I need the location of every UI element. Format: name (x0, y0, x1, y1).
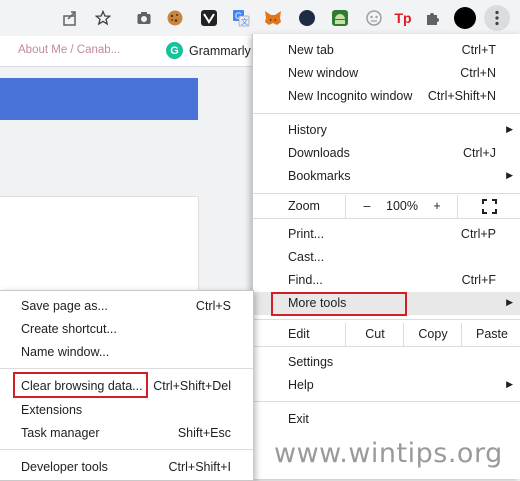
menu-item-shortcut: Ctrl+P (460, 227, 496, 241)
submenu-create-shortcut[interactable]: Create shortcut... (0, 318, 253, 340)
menu-history[interactable]: History ▶ (253, 119, 520, 142)
fullscreen-icon (482, 199, 497, 214)
kebab-menu-icon[interactable] (484, 5, 510, 31)
submenu-arrow-icon: ▶ (506, 379, 513, 389)
menu-item-label: New Incognito window (288, 89, 413, 103)
submenu-task-manager[interactable]: Task manager Shift+Esc (0, 422, 253, 444)
menu-divider (253, 346, 520, 347)
menu-item-shortcut: Ctrl+F (461, 273, 496, 287)
menu-item-label: History (288, 123, 327, 137)
submenu-extensions[interactable]: Extensions (0, 399, 253, 421)
submenu-save-page[interactable]: Save page as... Ctrl+S (0, 295, 253, 317)
menu-item-shortcut: Ctrl+T (461, 43, 496, 57)
chrome-main-menu: New tab Ctrl+T New window Ctrl+N New Inc… (252, 34, 520, 479)
menu-item-label: New window (288, 66, 359, 80)
menu-cast[interactable]: Cast... (253, 246, 520, 269)
zoom-out-button[interactable]: – (360, 199, 374, 213)
menu-item-label: Help (288, 378, 314, 392)
submenu-item-label: Save page as... (21, 299, 108, 313)
submenu-developer-tools[interactable]: Developer tools Ctrl+Shift+I (0, 456, 253, 478)
menu-divider (253, 193, 520, 194)
submenu-item-label: Developer tools (21, 460, 108, 474)
menu-item-label: Find... (288, 273, 323, 287)
zoom-label: Zoom (288, 199, 320, 213)
cookie-extension-icon[interactable] (165, 8, 185, 28)
grammarly-icon: G (166, 42, 183, 59)
zoom-level: 100% (386, 199, 418, 213)
submenu-arrow-icon: ▶ (506, 297, 513, 307)
menu-bookmarks[interactable]: Bookmarks ▶ (253, 165, 520, 188)
watermark: www.wintips.org (274, 438, 503, 469)
menu-item-label: Bookmarks (288, 169, 351, 183)
menu-item-shortcut: Ctrl+Shift+N (427, 89, 496, 103)
tp-extension-icon[interactable]: Tp (393, 8, 413, 28)
translate-extension-icon[interactable]: G文 (231, 8, 251, 28)
robot-extension-icon[interactable] (364, 8, 384, 28)
android-extension-icon[interactable] (330, 8, 350, 28)
menu-help[interactable]: Help ▶ (253, 374, 520, 397)
menu-item-label: Downloads (288, 146, 350, 160)
svg-text:文: 文 (241, 17, 248, 26)
menu-divider (0, 368, 253, 369)
submenu-item-label: Create shortcut... (21, 322, 117, 336)
metamask-icon[interactable] (263, 8, 283, 28)
browser-toolbar: G文 Tp (0, 0, 520, 36)
cut-label: Cut (365, 327, 385, 341)
menu-find[interactable]: Find... Ctrl+F (253, 269, 520, 292)
bookmark-grammarly[interactable]: Grammarly (189, 44, 251, 58)
menu-downloads[interactable]: Downloads Ctrl+J (253, 142, 520, 165)
profile-avatar[interactable] (453, 6, 477, 30)
menu-item-shortcut: Ctrl+N (460, 66, 496, 80)
menu-edit-row: Edit Cut Copy Paste (253, 323, 520, 346)
clear-browsing-data-highlight (13, 372, 148, 398)
menu-divider (253, 113, 520, 114)
menu-item-label: Settings (288, 355, 334, 369)
copy-label: Copy (418, 327, 448, 341)
puzzle-extension-icon[interactable] (423, 8, 443, 28)
menu-item-label: Exit (288, 412, 309, 426)
orange-extension-icon[interactable] (297, 8, 317, 28)
submenu-arrow-icon: ▶ (506, 170, 513, 180)
menu-exit[interactable]: Exit (253, 408, 520, 431)
submenu-item-shortcut: Ctrl+Shift+I (168, 460, 231, 474)
menu-divider (253, 319, 520, 320)
menu-new-window[interactable]: New window Ctrl+N (253, 62, 520, 85)
edit-label: Edit (288, 327, 310, 341)
zoom-in-button[interactable]: + (430, 199, 444, 213)
menu-item-label: Print... (288, 227, 325, 241)
submenu-item-shortcut: Ctrl+S (195, 299, 231, 313)
submenu-name-window[interactable]: Name window... (0, 341, 253, 363)
menu-new-incognito[interactable]: New Incognito window Ctrl+Shift+N (253, 85, 520, 108)
menu-settings[interactable]: Settings (253, 351, 520, 374)
page-banner (0, 78, 198, 120)
menu-zoom-row: Zoom – 100% + (253, 195, 520, 218)
submenu-item-label: Task manager (21, 426, 100, 440)
menu-item-label: Cast... (288, 250, 325, 264)
paste-label: Paste (476, 327, 508, 341)
menu-item-label: New tab (288, 43, 334, 57)
submenu-item-shortcut: Ctrl+Shift+Del (153, 379, 231, 393)
submenu-item-shortcut: Shift+Esc (177, 426, 231, 440)
menu-divider (253, 401, 520, 402)
share-icon[interactable] (60, 8, 80, 28)
paste-button[interactable]: Paste (461, 323, 520, 346)
menu-item-shortcut: Ctrl+J (463, 146, 496, 160)
more-tools-highlight (271, 292, 407, 316)
menu-divider (0, 449, 253, 450)
menu-print[interactable]: Print... Ctrl+P (253, 223, 520, 246)
submenu-arrow-icon: ▶ (506, 124, 513, 134)
cut-button[interactable]: Cut (345, 323, 404, 346)
submenu-item-label: Name window... (21, 345, 110, 359)
menu-new-tab[interactable]: New tab Ctrl+T (253, 39, 520, 62)
submenu-item-label: Extensions (21, 403, 83, 417)
fullscreen-button[interactable] (457, 195, 520, 218)
zoom-controls: – 100% + (345, 195, 458, 218)
vpn-extension-icon[interactable] (199, 8, 219, 28)
star-icon[interactable] (93, 8, 113, 28)
copy-button[interactable]: Copy (403, 323, 462, 346)
bookmark-about-me[interactable]: About Me / Canab... (18, 44, 120, 56)
camera-icon[interactable] (134, 8, 154, 28)
menu-divider (253, 218, 520, 219)
